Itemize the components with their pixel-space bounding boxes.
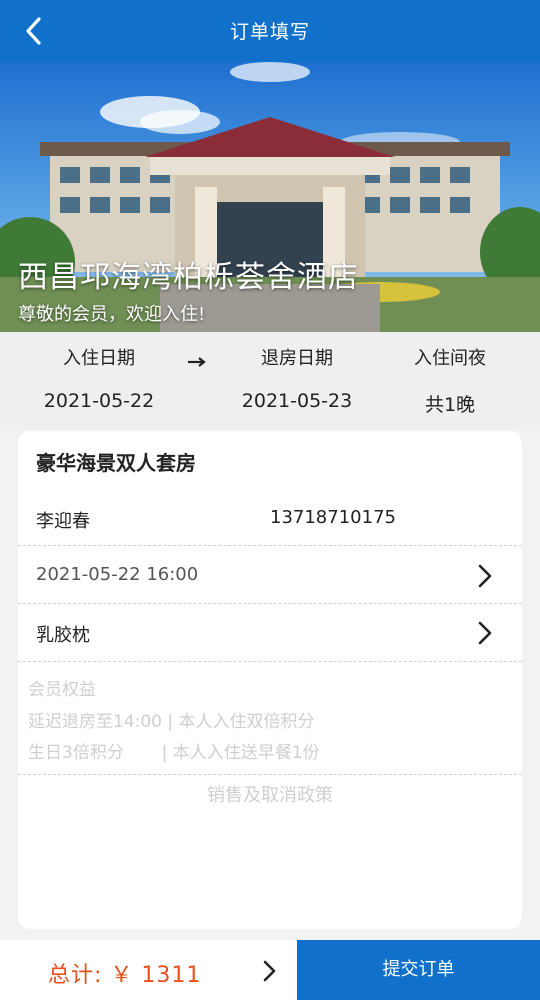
page-title: 订单填写 bbox=[229, 21, 310, 43]
checkout-label: 退房日期 bbox=[261, 348, 333, 369]
divider bbox=[18, 545, 522, 546]
guest-name[interactable]: 李迎春 bbox=[36, 507, 90, 533]
hotel-name: 西昌邛海湾柏栎荟舍酒店 bbox=[18, 260, 359, 295]
chevron-right-icon[interactable] bbox=[260, 958, 280, 984]
pillow-row[interactable]: 乳胶枕 bbox=[18, 604, 522, 661]
room-title: 豪华海景双人套房 bbox=[36, 451, 196, 475]
checkin-date[interactable]: 2021-05-22 bbox=[19, 390, 179, 412]
divider bbox=[18, 774, 522, 775]
chevron-right-icon bbox=[478, 564, 492, 588]
arrow-right-icon bbox=[185, 349, 209, 373]
top-bar: 订单填写 bbox=[0, 0, 540, 62]
hotel-hero-image: 西昌邛海湾柏栎荟舍酒店 尊敬的会员，欢迎入住! bbox=[0, 62, 540, 332]
nights-label: 入住间夜 bbox=[414, 348, 486, 369]
submit-order-button[interactable]: 提交订单 bbox=[297, 940, 540, 1000]
benefit-line-2: 生日3倍积分 | 本人入住送早餐1份 bbox=[28, 743, 320, 763]
welcome-text: 尊敬的会员，欢迎入住! bbox=[18, 304, 206, 325]
benefits-title: 会员权益 bbox=[28, 680, 96, 700]
stay-dates: 入住日期 退房日期 入住间夜 2021-05-22 2021-05-23 共1晚 bbox=[0, 332, 540, 430]
bottom-bar: 总计: ￥ 1311 提交订单 bbox=[0, 940, 540, 1000]
order-page: 订单填写 西昌邛海湾柏栎荟舍酒店 尊敬的会员，欢迎入住! 入住日期 退房日期 入… bbox=[0, 0, 540, 1000]
guest-phone[interactable]: 13718710175 bbox=[270, 507, 396, 528]
pillow-option: 乳胶枕 bbox=[36, 625, 90, 646]
chevron-right-icon bbox=[478, 621, 492, 645]
nights-count: 共1晚 bbox=[424, 394, 476, 416]
divider bbox=[18, 661, 522, 662]
room-card: 豪华海景双人套房 李迎春 13718710175 2021-05-22 16:0… bbox=[18, 431, 522, 929]
checkin-label: 入住日期 bbox=[63, 348, 135, 369]
checkout-date[interactable]: 2021-05-23 bbox=[217, 390, 377, 412]
arrival-time: 2021-05-22 16:00 bbox=[36, 564, 199, 585]
benefit-line-1: 延迟退房至14:00 | 本人入住双倍积分 bbox=[28, 712, 315, 732]
total-price: 总计: ￥ 1311 bbox=[48, 963, 202, 988]
policy-link[interactable]: 销售及取消政策 bbox=[18, 781, 522, 807]
arrival-time-row[interactable]: 2021-05-22 16:00 bbox=[18, 547, 522, 603]
